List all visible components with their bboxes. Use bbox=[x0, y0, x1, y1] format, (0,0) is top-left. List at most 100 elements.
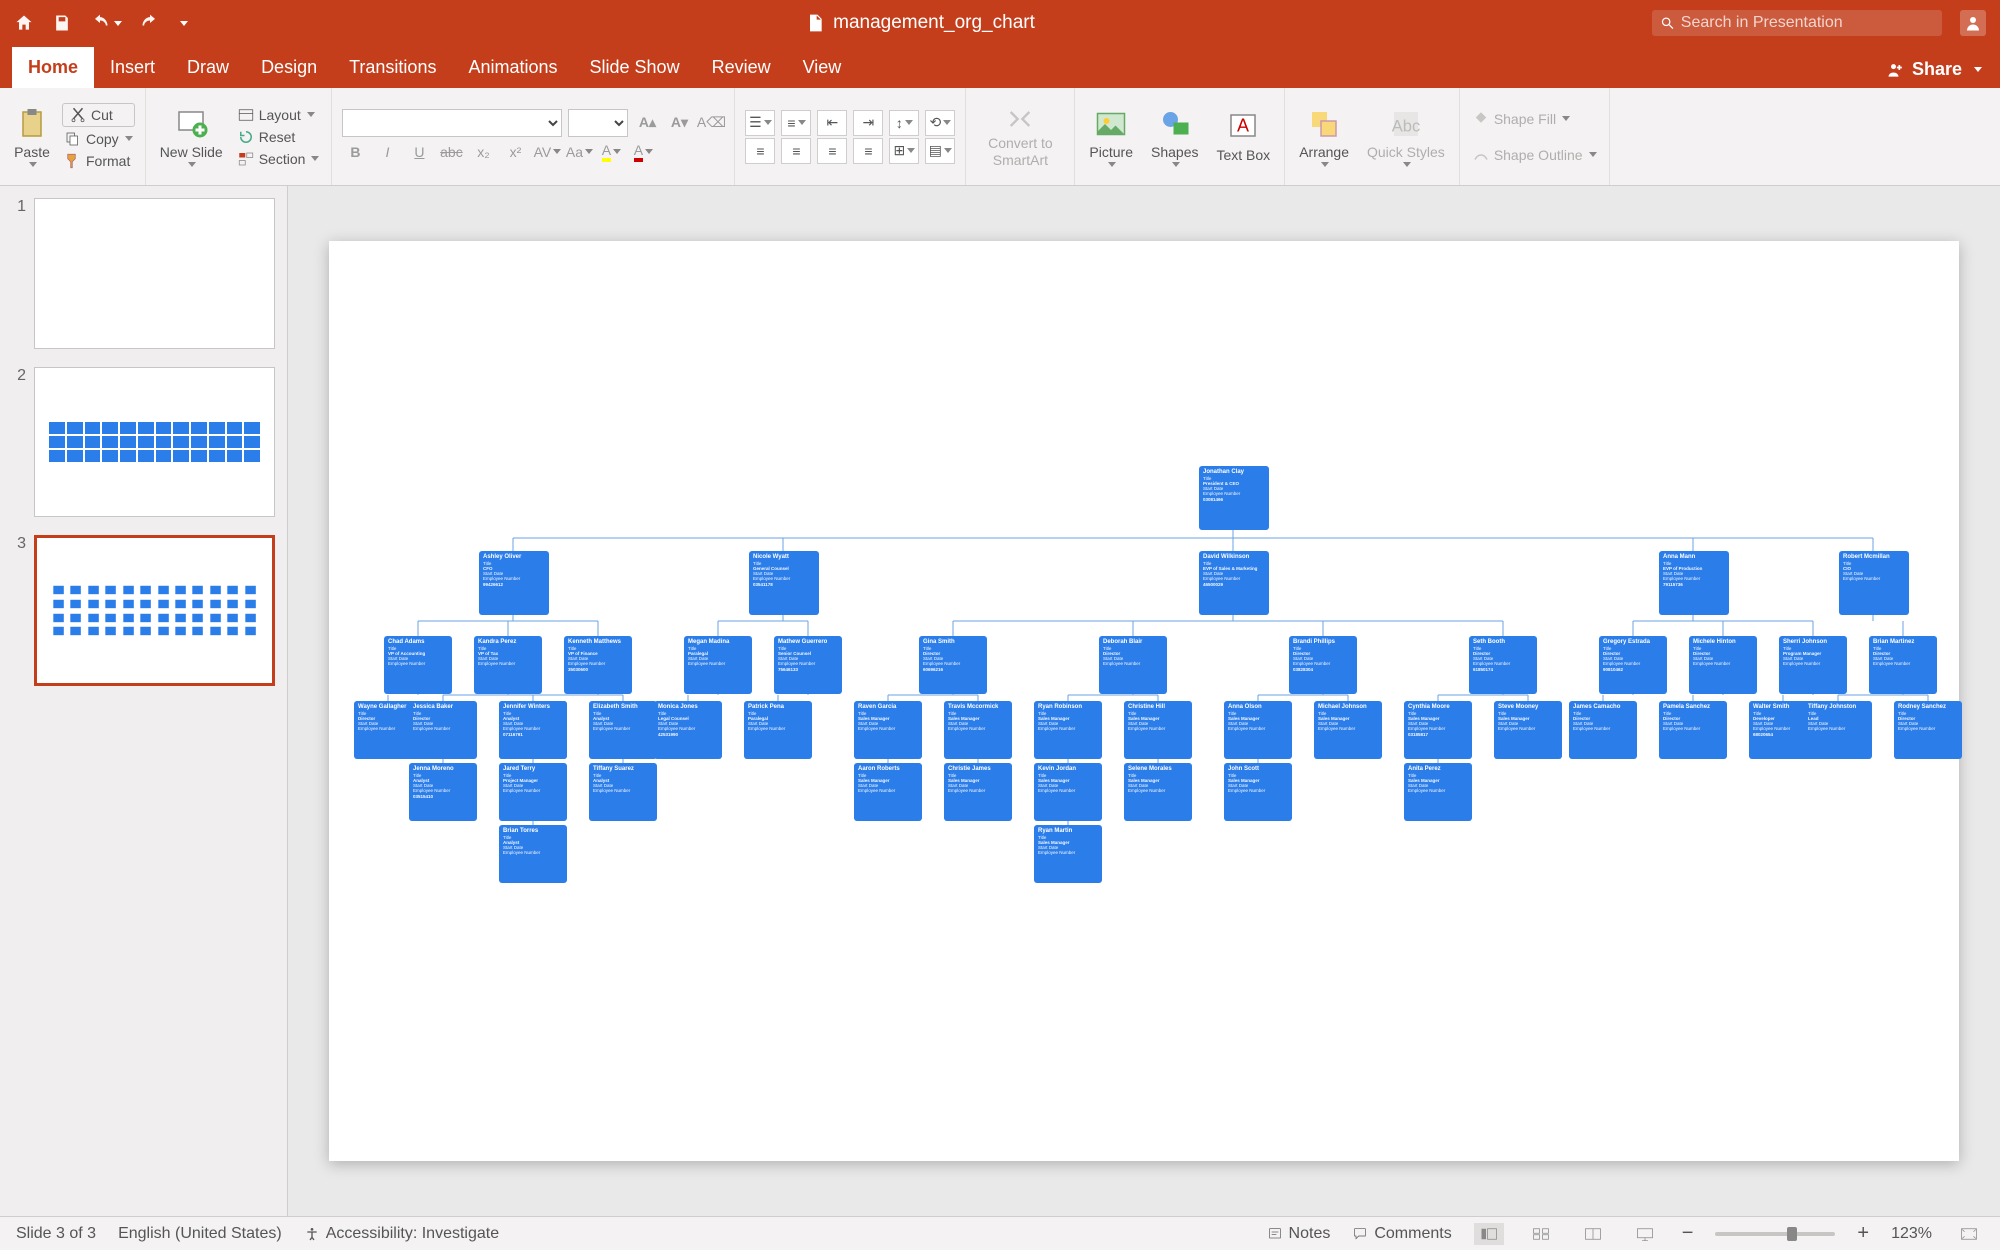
org-chart[interactable]: Jonathan ClayTitlePresident & CEOStart D… bbox=[329, 241, 1959, 1161]
org-node[interactable]: Elizabeth SmithTitleAnalystStart DateEmp… bbox=[589, 701, 657, 759]
paste-button[interactable]: Paste bbox=[10, 106, 54, 167]
columns-button[interactable]: ▤ bbox=[925, 138, 955, 164]
bullets-button[interactable]: ☰ bbox=[745, 110, 775, 136]
org-node[interactable]: Seth BoothTitleDirectorStart DateEmploye… bbox=[1469, 636, 1537, 694]
org-node[interactable]: Monica JonesTitleLegal CounselStart Date… bbox=[654, 701, 722, 759]
org-node[interactable]: Christie JamesTitleSales ManagerStart Da… bbox=[944, 763, 1012, 821]
cut-button[interactable]: Cut bbox=[62, 103, 135, 127]
decrease-indent-button[interactable]: ⇤ bbox=[817, 110, 847, 136]
superscript-button[interactable]: x² bbox=[502, 139, 528, 165]
increase-font-button[interactable]: A▴ bbox=[634, 110, 660, 136]
tab-slideshow[interactable]: Slide Show bbox=[574, 47, 696, 88]
zoom-in-button[interactable]: + bbox=[1857, 1222, 1869, 1245]
org-node[interactable]: Megan MadinaTitleParalegalStart DateEmpl… bbox=[684, 636, 752, 694]
org-node[interactable]: Travis MccormickTitleSales ManagerStart … bbox=[944, 701, 1012, 759]
align-left-button[interactable]: ≡ bbox=[745, 138, 775, 164]
org-node[interactable]: James CamachoTitleDirectorStart DateEmpl… bbox=[1569, 701, 1637, 759]
notes-button[interactable]: Notes bbox=[1267, 1225, 1331, 1243]
org-node[interactable]: Kenneth MatthewsTitleVP of FinanceStart … bbox=[564, 636, 632, 694]
account-icon[interactable] bbox=[1960, 10, 1986, 36]
org-node[interactable]: Rodney SanchezTitleDirectorStart DateEmp… bbox=[1894, 701, 1962, 759]
slideshow-view-button[interactable] bbox=[1630, 1223, 1660, 1245]
org-node[interactable]: Aaron RobertsTitleSales ManagerStart Dat… bbox=[854, 763, 922, 821]
increase-indent-button[interactable]: ⇥ bbox=[853, 110, 883, 136]
slide-thumbnails[interactable]: 1 2 3 bbox=[0, 186, 288, 1216]
align-center-button[interactable]: ≡ bbox=[781, 138, 811, 164]
org-node[interactable]: Anna MannTitleEVP of ProductionStart Dat… bbox=[1659, 551, 1729, 615]
tab-insert[interactable]: Insert bbox=[94, 47, 171, 88]
org-node[interactable]: Gregory EstradaTitleDirectorStart DateEm… bbox=[1599, 636, 1667, 694]
shapes-button[interactable]: Shapes bbox=[1147, 92, 1202, 181]
convert-smartart-button[interactable]: Convert to SmartArt bbox=[976, 105, 1064, 167]
thumbnail-1[interactable]: 1 bbox=[12, 198, 275, 349]
org-node[interactable]: Nicole WyattTitleGeneral CounselStart Da… bbox=[749, 551, 819, 615]
char-spacing-button[interactable]: AV bbox=[534, 139, 560, 165]
org-node[interactable]: Jessica BakerTitleDirectorStart DateEmpl… bbox=[409, 701, 477, 759]
org-node[interactable]: Jonathan ClayTitlePresident & CEOStart D… bbox=[1199, 466, 1269, 530]
copy-button[interactable]: Copy bbox=[62, 129, 135, 149]
text-direction-button[interactable]: ⟲ bbox=[925, 110, 955, 136]
reading-view-button[interactable] bbox=[1578, 1223, 1608, 1245]
search-box[interactable] bbox=[1652, 10, 1942, 36]
layout-button[interactable]: Layout bbox=[235, 105, 322, 125]
zoom-level[interactable]: 123% bbox=[1891, 1225, 1932, 1243]
org-node[interactable]: Sherri JohnsonTitleProgram ManagerStart … bbox=[1779, 636, 1847, 694]
org-node[interactable]: Michele HintonTitleDirectorStart DateEmp… bbox=[1689, 636, 1757, 694]
arrange-button[interactable]: Arrange bbox=[1295, 92, 1353, 181]
tab-review[interactable]: Review bbox=[696, 47, 787, 88]
redo-icon[interactable] bbox=[140, 13, 160, 33]
org-node[interactable]: Brian TorresTitleAnalystStart DateEmploy… bbox=[499, 825, 567, 883]
font-color-button[interactable]: A bbox=[630, 139, 656, 165]
subscript-button[interactable]: x₂ bbox=[470, 139, 496, 165]
org-node[interactable]: Jenna MorenoTitleAnalystStart DateEmploy… bbox=[409, 763, 477, 821]
undo-icon[interactable] bbox=[90, 13, 122, 33]
highlight-button[interactable]: A bbox=[598, 139, 624, 165]
shape-outline-button[interactable]: Shape Outline bbox=[1470, 145, 1599, 165]
org-node[interactable]: Pamela SanchezTitleDirectorStart DateEmp… bbox=[1659, 701, 1727, 759]
language-indicator[interactable]: English (United States) bbox=[118, 1225, 282, 1243]
textbox-button[interactable]: AText Box bbox=[1212, 92, 1274, 181]
org-node[interactable]: Raven GarciaTitleSales ManagerStart Date… bbox=[854, 701, 922, 759]
tab-animations[interactable]: Animations bbox=[452, 47, 573, 88]
thumbnail-2[interactable]: 2 bbox=[12, 367, 275, 518]
bold-button[interactable]: B bbox=[342, 139, 368, 165]
org-node[interactable]: Anita PerezTitleSales ManagerStart DateE… bbox=[1404, 763, 1472, 821]
align-vert-button[interactable]: ⊞ bbox=[889, 138, 919, 164]
tab-design[interactable]: Design bbox=[245, 47, 333, 88]
org-node[interactable]: Tiffany JohnstonTitleLeadStart DateEmplo… bbox=[1804, 701, 1872, 759]
qat-more-icon[interactable] bbox=[180, 21, 188, 26]
org-node[interactable]: Anna OlsonTitleSales ManagerStart DateEm… bbox=[1224, 701, 1292, 759]
align-right-button[interactable]: ≡ bbox=[817, 138, 847, 164]
reset-button[interactable]: Reset bbox=[235, 127, 322, 147]
home-icon[interactable] bbox=[14, 13, 34, 33]
org-node[interactable]: Deborah BlairTitleDirectorStart DateEmpl… bbox=[1099, 636, 1167, 694]
org-node[interactable]: Patrick PenaTitleParalegalStart DateEmpl… bbox=[744, 701, 812, 759]
shape-fill-button[interactable]: Shape Fill bbox=[1470, 109, 1599, 129]
tab-home[interactable]: Home bbox=[12, 47, 94, 88]
org-node[interactable]: John ScottTitleSales ManagerStart DateEm… bbox=[1224, 763, 1292, 821]
org-node[interactable]: Mathew GuerreroTitleSenior CounselStart … bbox=[774, 636, 842, 694]
picture-button[interactable]: Picture bbox=[1085, 92, 1137, 181]
format-painter-button[interactable]: Format bbox=[62, 151, 135, 171]
org-node[interactable]: Jared TerryTitleProject ManagerStart Dat… bbox=[499, 763, 567, 821]
new-slide-button[interactable]: New Slide bbox=[156, 106, 227, 167]
slide[interactable]: Jonathan ClayTitlePresident & CEOStart D… bbox=[329, 241, 1959, 1161]
font-size-select[interactable] bbox=[568, 109, 628, 137]
org-node[interactable]: Steve MooneyTitleSales ManagerStart Date… bbox=[1494, 701, 1562, 759]
org-node[interactable]: Brandi PhillipsTitleDirectorStart DateEm… bbox=[1289, 636, 1357, 694]
underline-button[interactable]: U bbox=[406, 139, 432, 165]
accessibility-indicator[interactable]: Accessibility: Investigate bbox=[304, 1225, 499, 1243]
zoom-slider[interactable] bbox=[1715, 1232, 1835, 1236]
search-input[interactable] bbox=[1681, 14, 1934, 32]
org-node[interactable]: Robert McmillanTitleCIOStart DateEmploye… bbox=[1839, 551, 1909, 615]
justify-button[interactable]: ≡ bbox=[853, 138, 883, 164]
slide-canvas-area[interactable]: Jonathan ClayTitlePresident & CEOStart D… bbox=[288, 186, 2000, 1216]
save-icon[interactable] bbox=[52, 13, 72, 33]
org-node[interactable]: Tiffany SuarezTitleAnalystStart DateEmpl… bbox=[589, 763, 657, 821]
org-node[interactable]: David WilkinsonTitleEVP of Sales & Marke… bbox=[1199, 551, 1269, 615]
quick-styles-button[interactable]: AbcQuick Styles bbox=[1363, 92, 1449, 181]
tab-view[interactable]: View bbox=[787, 47, 858, 88]
numbering-button[interactable]: ≡ bbox=[781, 110, 811, 136]
italic-button[interactable]: I bbox=[374, 139, 400, 165]
org-node[interactable]: Kevin JordanTitleSales ManagerStart Date… bbox=[1034, 763, 1102, 821]
